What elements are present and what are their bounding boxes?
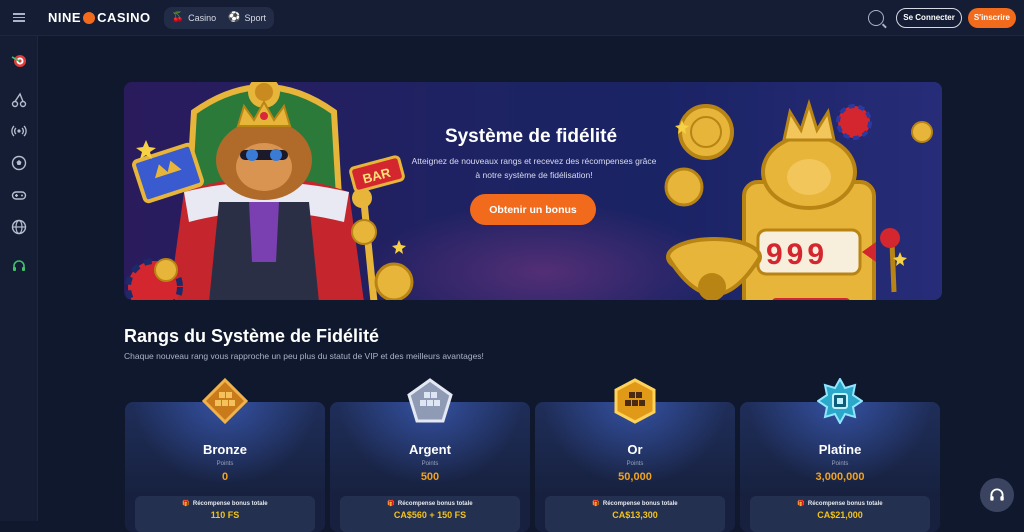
loyalty-banner: BAR 999 Système de fidélité Atteignez de… bbox=[124, 82, 942, 300]
rank-points-label: Points bbox=[421, 461, 439, 467]
darts-icon[interactable] bbox=[11, 53, 27, 69]
menu-icon[interactable] bbox=[0, 0, 38, 36]
cherries-icon: 🍒 bbox=[171, 12, 185, 23]
reward-value: 110 FS bbox=[210, 510, 240, 520]
headset-icon bbox=[990, 488, 1004, 501]
mode-casino-button[interactable]: 🍒 Casino bbox=[172, 12, 216, 23]
rank-points-label: Points bbox=[216, 461, 234, 467]
globe-icon[interactable] bbox=[11, 219, 27, 235]
reward-label: 🎁 Récompense bonus totale bbox=[182, 501, 268, 507]
mode-sport-button[interactable]: ⚽ Sport bbox=[228, 12, 266, 23]
banner-title: Système de fidélité bbox=[444, 126, 618, 147]
get-bonus-button[interactable]: Obtenir un bonus bbox=[470, 194, 596, 225]
rank-points-label: Points bbox=[626, 461, 644, 467]
reward-box: 🎁 Récompense bonus totale 110 FS bbox=[135, 496, 315, 532]
rank-points-value: 500 bbox=[420, 471, 440, 483]
reward-box: 🎁 Récompense bonus totale CA$21,000 bbox=[750, 496, 930, 532]
lion-king-illustration: BAR bbox=[125, 82, 414, 300]
football-icon: ⚽ bbox=[228, 12, 241, 23]
rank-points-value: 50,000 bbox=[618, 471, 652, 483]
gift-icon: 🎁 bbox=[182, 501, 190, 507]
reward-box: 🎁 Récompense bonus totale CA$560 + 150 FS bbox=[340, 496, 520, 532]
cherries-icon[interactable] bbox=[11, 92, 27, 108]
gamepad-icon[interactable] bbox=[11, 187, 27, 203]
gift-icon: 🎁 bbox=[592, 501, 600, 507]
live-broadcast-icon[interactable] bbox=[11, 123, 27, 139]
gift-icon: 🎁 bbox=[797, 501, 805, 507]
mode-casino-label: Casino bbox=[188, 12, 217, 23]
reward-value: CA$13,300 bbox=[612, 510, 658, 520]
search-icon[interactable] bbox=[868, 9, 885, 26]
slot-digits: 999 bbox=[766, 238, 828, 271]
football-icon[interactable] bbox=[11, 155, 27, 171]
rank-points-value: 3,000,000 bbox=[815, 471, 865, 483]
banner-subtitle-line1: Atteignez de nouveaux rangs et recevez d… bbox=[411, 156, 657, 166]
silver-badge-icon bbox=[407, 378, 453, 423]
reward-label: 🎁 Récompense bonus totale bbox=[797, 501, 883, 507]
platinum-badge-icon bbox=[817, 378, 863, 424]
gold-badge-icon bbox=[614, 378, 656, 424]
mode-sport-label: Sport bbox=[244, 12, 267, 23]
slot-machine-illustration: 999 bbox=[664, 98, 933, 300]
banner-subtitle-line2: à notre système de fidélisation! bbox=[475, 170, 593, 180]
rank-name: Platine bbox=[818, 442, 862, 457]
reward-value: CA$21,000 bbox=[817, 510, 863, 520]
reward-value: CA$560 + 150 FS bbox=[393, 510, 467, 520]
rank-name: Or bbox=[627, 442, 643, 457]
banner-subtitle: Atteignez de nouveaux rangs et recevez d… bbox=[390, 154, 678, 182]
gift-icon: 🎁 bbox=[387, 501, 395, 507]
sidebar bbox=[0, 36, 38, 521]
reward-label: 🎁 Récompense bonus totale bbox=[387, 501, 473, 507]
logo-flame-icon bbox=[83, 11, 96, 24]
bronze-badge-icon bbox=[202, 378, 248, 424]
site-logo[interactable]: NINE CASINO bbox=[48, 10, 151, 25]
rank-points-value: 0 bbox=[221, 471, 229, 483]
signup-button[interactable]: S'inscrire bbox=[967, 7, 1016, 28]
ranks-subtitle: Chaque nouveau rang vous rapproche un pe… bbox=[124, 351, 484, 361]
top-bar: NINE CASINO 🍒 Casino ⚽ Sport Se Connecte… bbox=[0, 0, 1024, 36]
reward-label: 🎁 Récompense bonus totale bbox=[592, 501, 678, 507]
logo-text-left: NINE bbox=[48, 10, 82, 25]
reward-box: 🎁 Récompense bonus totale CA$13,300 bbox=[545, 496, 725, 532]
mode-switch: 🍒 Casino ⚽ Sport bbox=[163, 6, 275, 29]
logo-text-right: CASINO bbox=[97, 10, 151, 25]
rank-name: Argent bbox=[409, 442, 451, 457]
login-button[interactable]: Se Connecter bbox=[896, 7, 962, 28]
rank-name: Bronze bbox=[202, 442, 248, 457]
support-headset-icon[interactable] bbox=[11, 258, 27, 274]
rank-points-label: Points bbox=[831, 461, 849, 467]
ranks-title: Rangs du Système de Fidélité bbox=[124, 326, 380, 346]
live-chat-support-button[interactable] bbox=[980, 478, 1014, 512]
